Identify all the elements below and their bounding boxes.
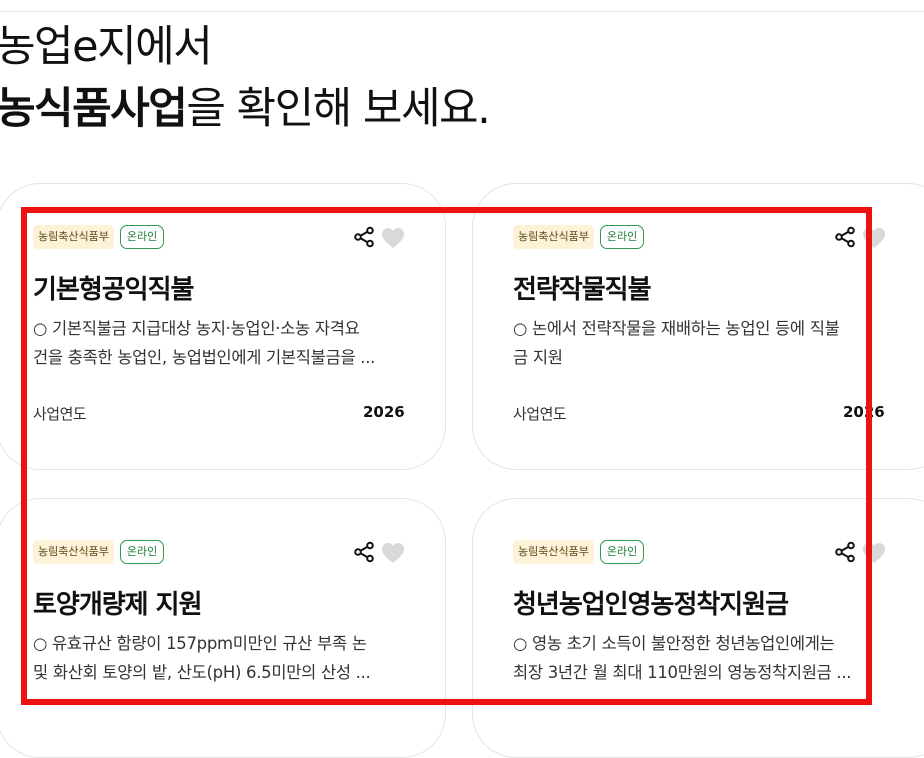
- card-tags: 농림축산식품부 온라인: [513, 540, 645, 564]
- headline-emphasis: 농식품사업: [0, 84, 188, 134]
- card-tags: 농림축산식품부 온라인: [33, 540, 165, 564]
- card-title: 토양개량제 지원: [33, 590, 202, 620]
- description-line: ○ 논에서 전략작물을 재배하는 농업인 등에 직불: [513, 319, 840, 338]
- share-icon[interactable]: [353, 226, 375, 248]
- description-line: ○ 영농 초기 소득이 불안정한 청년농업인에게는: [513, 634, 835, 653]
- card-tags: 농림축산식품부 온라인: [513, 225, 645, 249]
- share-icon[interactable]: [834, 541, 856, 563]
- channel-tag: 온라인: [119, 540, 165, 564]
- program-card[interactable]: 농림축산식품부 온라인 기본형공익직불 ○ 기본직불금 지급대상 농지·농업인·…: [0, 183, 446, 470]
- program-card[interactable]: 농림축산식품부 온라인 토양개량제 지원 ○ 유효규산 함량이 157ppm미만…: [0, 498, 446, 758]
- channel-tag: 온라인: [599, 540, 645, 564]
- headline-suffix: 을 확인해 보세요.: [186, 84, 490, 134]
- description-line: 최장 3년간 월 최대 110만원의 영농정착지원금 ...: [513, 663, 852, 682]
- description-line: ○ 기본직불금 지급대상 농지·농업인·소농 자격요: [33, 319, 360, 338]
- card-title: 기본형공익직불: [33, 275, 194, 305]
- description-line: 건을 충족한 농업인, 농업법인에게 기본직불금을 ...: [33, 348, 376, 367]
- headline-line1: 농업e지에서: [0, 22, 213, 72]
- channel-tag: 온라인: [119, 225, 165, 249]
- card-description: ○ 기본직불금 지급대상 농지·농업인·소농 자격요건을 충족한 농업인, 농업…: [33, 314, 375, 372]
- agency-tag: 농림축산식품부: [513, 225, 594, 249]
- agency-tag: 농림축산식품부: [33, 225, 114, 249]
- heart-icon[interactable]: [381, 542, 405, 564]
- year-value: 2026: [843, 403, 885, 421]
- description-line: 및 화산회 토양의 밭, 산도(pH) 6.5미만의 산성 ...: [33, 663, 371, 682]
- card-description: ○ 영농 초기 소득이 불안정한 청년농업인에게는최장 3년간 월 최대 110…: [513, 629, 869, 687]
- card-title: 청년농업인영농정착지원금: [513, 590, 789, 620]
- share-icon[interactable]: [353, 541, 375, 563]
- year-label: 사업연도: [513, 405, 567, 423]
- heart-icon[interactable]: [862, 542, 886, 564]
- card-title: 전략작물직불: [513, 275, 652, 305]
- card-description: ○ 유효규산 함량이 157ppm미만인 규산 부족 논및 화산회 토양의 밭,…: [33, 629, 371, 687]
- top-divider: [0, 11, 924, 12]
- description-line: ○ 유효규산 함량이 157ppm미만인 규산 부족 논: [33, 634, 367, 653]
- share-icon[interactable]: [834, 226, 856, 248]
- agency-tag: 농림축산식품부: [513, 540, 594, 564]
- year-label: 사업연도: [33, 405, 87, 423]
- channel-tag: 온라인: [599, 225, 645, 249]
- program-card[interactable]: 농림축산식품부 온라인 청년농업인영농정착지원금 ○ 영농 초기 소득이 불안정…: [472, 498, 924, 758]
- heart-icon[interactable]: [381, 227, 405, 249]
- agency-tag: 농림축산식품부: [33, 540, 114, 564]
- heart-icon[interactable]: [862, 227, 886, 249]
- headline-line2: 농식품사업을 확인해 보세요.: [0, 88, 491, 131]
- year-value: 2026: [363, 403, 405, 421]
- card-description: ○ 논에서 전략작물을 재배하는 농업인 등에 직불금 지원: [513, 314, 869, 372]
- card-tags: 농림축산식품부 온라인: [33, 225, 165, 249]
- description-line: 금 지원: [513, 348, 563, 367]
- program-card[interactable]: 농림축산식품부 온라인 전략작물직불 ○ 논에서 전략작물을 재배하는 농업인 …: [472, 183, 924, 470]
